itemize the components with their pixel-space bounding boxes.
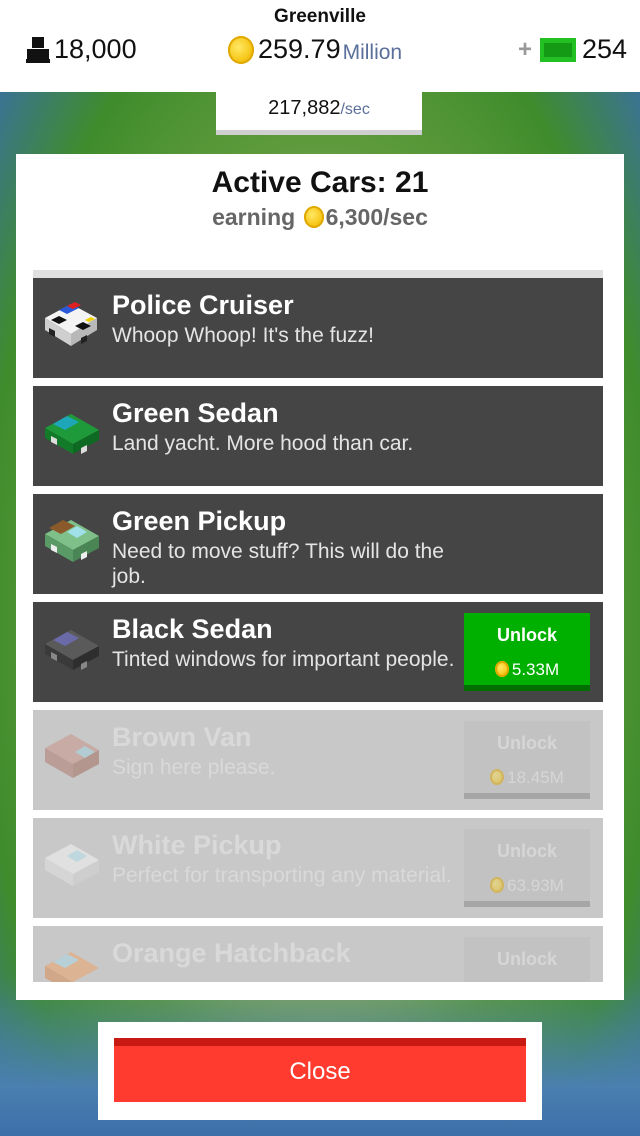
city-name: Greenville <box>274 6 366 27</box>
car-name: Green Sedan <box>112 398 279 428</box>
coin-icon <box>490 769 505 785</box>
coin-icon <box>228 35 254 64</box>
coin-icon <box>303 206 324 228</box>
car-description: Perfect for transporting any material. <box>112 864 452 887</box>
car-row-black-sedan[interactable]: Black Sedan Tinted windows for important… <box>33 602 603 702</box>
earning-label: earning <box>212 204 296 230</box>
active-cars-panel: Active Cars: 21 earning 6,300/sec Police… <box>16 154 624 1000</box>
unlock-price: 18.45M <box>464 768 590 788</box>
population-value: 18,000 <box>54 34 137 64</box>
unlock-label: Unlock <box>496 841 557 861</box>
add-cash-button[interactable]: + <box>518 36 532 64</box>
car-name: Orange Hatchback <box>112 938 351 968</box>
white-pickup-icon <box>45 844 99 886</box>
unlock-label: Unlock <box>496 625 557 645</box>
unlock-label: Unlock <box>496 949 557 969</box>
green-pickup-icon <box>45 520 99 562</box>
car-row-brown-van[interactable]: Brown Van Sign here please. Unlock 18.45… <box>33 710 603 810</box>
top-hud: Greenville 18,000 259.79 Million + 254 <box>0 0 640 92</box>
unlock-price: 63.93M <box>464 876 590 896</box>
car-name: Green Pickup <box>112 506 287 536</box>
cash-value: 254 <box>582 34 628 64</box>
unlock-button[interactable]: Unlock <box>464 937 590 982</box>
earning-value: 6,300/sec <box>325 204 428 230</box>
car-description: Sign here please. <box>112 756 276 779</box>
car-row-green-pickup[interactable]: Green Pickup Need to move stuff? This wi… <box>33 494 603 594</box>
cash-stat[interactable]: + 254 <box>518 34 627 65</box>
car-description: Need to move stuff? This will do the job… <box>112 540 444 588</box>
income-rate-unit: /sec <box>340 101 370 118</box>
car-description: Whoop Whoop! It's the fuzz! <box>112 324 374 347</box>
brown-van-icon <box>45 734 99 778</box>
money-stat: 259.79 Million <box>228 34 402 65</box>
green-sedan-icon <box>45 414 99 454</box>
unlock-button[interactable]: Unlock 18.45M <box>464 721 590 799</box>
close-button-container: Close <box>98 1022 542 1120</box>
close-button[interactable]: Close <box>114 1038 526 1102</box>
car-name: Black Sedan <box>112 614 273 644</box>
earning-line: earning 6,300/sec <box>16 204 624 231</box>
car-row-police-cruiser[interactable]: Police Cruiser Whoop Whoop! It's the fuz… <box>33 278 603 378</box>
orange-hatchback-icon <box>45 952 99 982</box>
car-row-orange-hatchback[interactable]: Orange Hatchback Unlock <box>33 926 603 982</box>
income-rate-tab: 217,882/sec <box>216 90 422 135</box>
unlock-button[interactable]: Unlock 5.33M <box>464 613 590 691</box>
police-cruiser-icon <box>45 302 97 346</box>
population-stat: 18,000 <box>26 34 137 65</box>
car-name: Police Cruiser <box>112 290 294 320</box>
price-value: 5.33M <box>511 660 560 679</box>
price-value: 63.93M <box>507 876 564 895</box>
unlock-price: 5.33M <box>464 660 590 680</box>
coin-icon <box>490 877 505 893</box>
black-sedan-icon <box>45 630 99 670</box>
car-list[interactable]: Police Cruiser Whoop Whoop! It's the fuz… <box>33 270 603 982</box>
car-row-green-sedan[interactable]: Green Sedan Land yacht. More hood than c… <box>33 386 603 486</box>
car-description: Tinted windows for important people. <box>112 648 455 671</box>
car-name: White Pickup <box>112 830 282 860</box>
car-description: Land yacht. More hood than car. <box>112 432 414 455</box>
income-rate-value: 217,882 <box>268 97 341 119</box>
unlock-button[interactable]: Unlock 63.93M <box>464 829 590 907</box>
car-row-white-pickup[interactable]: White Pickup Perfect for transporting an… <box>33 818 603 918</box>
price-value: 18.45M <box>507 768 564 787</box>
money-value: 259.79 <box>258 34 341 64</box>
unlock-label: Unlock <box>496 733 557 753</box>
coin-icon <box>494 661 509 677</box>
person-icon <box>26 36 50 63</box>
money-unit: Million <box>342 40 403 64</box>
panel-title: Active Cars: 21 <box>211 166 429 199</box>
car-name: Brown Van <box>112 722 252 752</box>
cash-bill-icon <box>540 37 577 62</box>
